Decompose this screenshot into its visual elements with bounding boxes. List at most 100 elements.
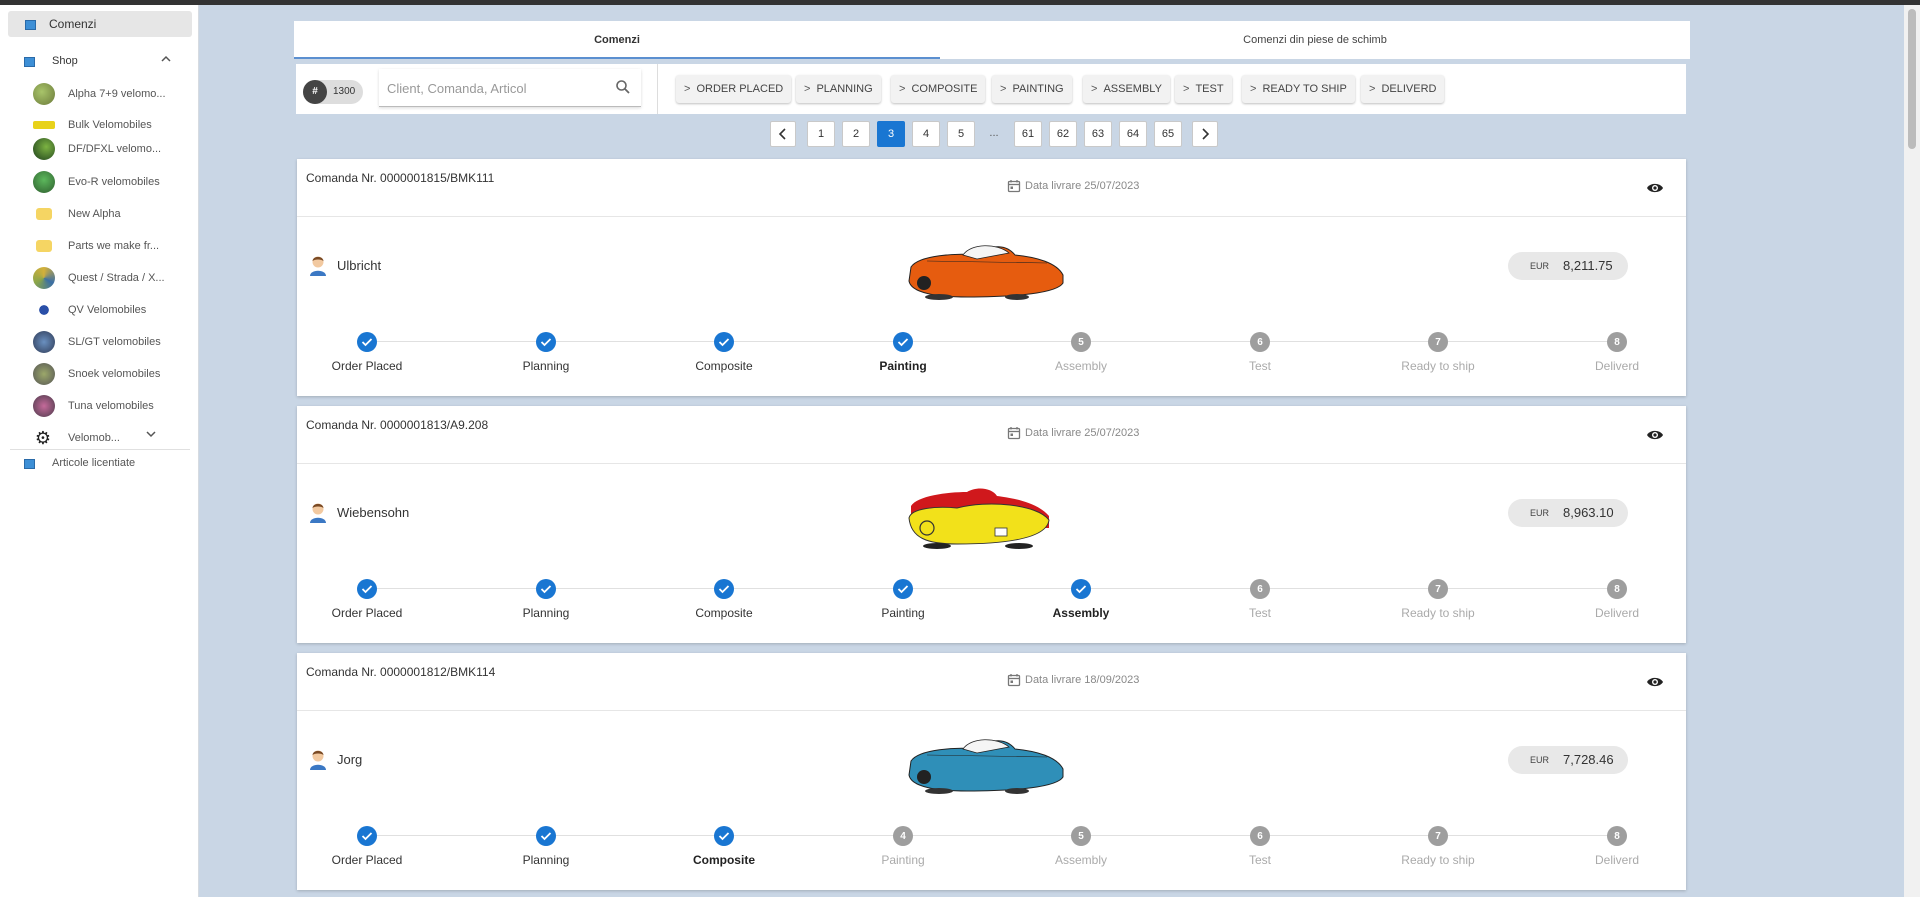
step-number: 5 [1071, 826, 1091, 846]
sidebar-item-label: Quest / Strada / X... [68, 272, 165, 284]
scrollbar[interactable] [1904, 5, 1920, 897]
page-button[interactable]: 61 [1014, 121, 1042, 147]
filter-planning-button[interactable]: > PLANNING [796, 75, 881, 103]
sidebar-item-bulk[interactable]: Bulk Velomobiles [33, 114, 183, 136]
sidebar-item-evo[interactable]: Evo-R velomobiles [33, 171, 183, 193]
filter-test-button[interactable]: > TEST [1175, 75, 1232, 103]
check-icon [714, 579, 734, 599]
page-button[interactable]: 2 [842, 121, 870, 147]
step-number: 8 [1607, 332, 1627, 352]
step-number: 4 [893, 826, 913, 846]
qv-thumbnail-icon [33, 299, 55, 321]
page-button[interactable]: 5 [947, 121, 975, 147]
check-icon [357, 332, 377, 352]
sidebar-item-label: Parts we make fr... [68, 240, 160, 252]
sidebar-item-parts[interactable]: Parts we make fr... [33, 235, 183, 257]
step-number: 6 [1250, 332, 1270, 352]
step-label: Assembly [1052, 606, 1110, 620]
step-label: Test [1248, 606, 1271, 620]
evo-thumbnail-icon [33, 171, 55, 193]
order-card[interactable]: Comanda Nr. 0000001815/BMK111 Data livrar… [297, 159, 1686, 396]
progress-step: 8 Deliverd [1557, 579, 1677, 620]
sidebar-item-velomob[interactable]: ⚙ Velomob... [33, 427, 183, 449]
eye-icon[interactable] [1646, 675, 1664, 689]
chevron-right-icon [1202, 128, 1210, 140]
step-label: Deliverd [1594, 606, 1639, 620]
slgt-thumbnail-icon [33, 331, 55, 353]
snoek-thumbnail-icon [33, 363, 55, 385]
search-input[interactable] [387, 77, 607, 99]
chevron-right-icon: > [899, 83, 906, 95]
page-button[interactable]: 4 [912, 121, 940, 147]
page-button[interactable]: 63 [1084, 121, 1112, 147]
search-icon[interactable] [615, 79, 631, 95]
sidebar-item-qv[interactable]: QV Velomobiles [33, 299, 183, 321]
sidebar-item-label: Tuna velomobiles [68, 400, 154, 412]
bulk-thumbnail-icon [33, 121, 55, 129]
step-label: Ready to ship [1401, 359, 1475, 373]
sidebar-item-licensed[interactable]: Articole licentiate [22, 452, 135, 474]
scrollbar-thumb[interactable] [1908, 9, 1916, 149]
step-number: 8 [1607, 579, 1627, 599]
progress-step: Composite [664, 826, 784, 867]
sidebar-item-snoek[interactable]: Snoek velomobiles [33, 363, 183, 385]
chevron-right-icon: > [1369, 83, 1376, 95]
quest-thumbnail-icon [33, 267, 55, 289]
progress-step: Planning [486, 579, 606, 620]
progress-step: Assembly [1021, 579, 1141, 620]
chevron-down-icon[interactable] [145, 429, 157, 442]
delivery-date: Data livrare 18/09/2023 [1007, 673, 1139, 687]
button-label: ASSEMBLY [1103, 83, 1162, 95]
button-label: TEST [1195, 83, 1224, 95]
step-label: Composite [695, 606, 753, 620]
sidebar-item-tuna[interactable]: Tuna velomobiles [33, 395, 183, 417]
sidebar-item-df[interactable]: DF/DFXL velomo... [33, 138, 183, 160]
progress-step: Order Placed [307, 579, 427, 620]
filter-deliverd-button[interactable]: > DELIVERD [1361, 75, 1445, 103]
sidebar-item-alpha[interactable]: Alpha 7+9 velomo... [33, 83, 183, 105]
chevron-up-icon[interactable] [160, 53, 172, 67]
tab-comenzi-piese[interactable]: Comenzi din piese de schimb [940, 21, 1690, 59]
order-card[interactable]: Comanda Nr. 0000001812/BMK114 Data livrar… [297, 653, 1686, 890]
sidebar-item-comenzi[interactable]: Comenzi [8, 11, 192, 37]
next-page-button[interactable] [1192, 121, 1218, 147]
sidebar-item-shop[interactable]: Shop [22, 49, 172, 73]
order-card[interactable]: Comanda Nr. 0000001813/A9.208 Data livrar… [297, 406, 1686, 643]
sidebar-item-new-alpha[interactable]: New Alpha [33, 203, 183, 225]
step-number: 6 [1250, 579, 1270, 599]
order-number: Comanda Nr. 0000001815/BMK111 [306, 171, 495, 185]
page-button[interactable]: 65 [1154, 121, 1182, 147]
sidebar-item-label: Comenzi [49, 17, 97, 31]
page-button-current[interactable]: 3 [877, 121, 905, 147]
progress-step: 8 Deliverd [1557, 332, 1677, 373]
order-number: Comanda Nr. 0000001812/BMK114 [306, 665, 496, 679]
eye-icon[interactable] [1646, 181, 1664, 195]
tab-comenzi[interactable]: Comenzi [294, 21, 940, 59]
sidebar-item-slgt[interactable]: SL/GT velomobiles [33, 331, 183, 353]
sidebar: Comenzi Shop Alpha 7+9 velomo... Bulk Ve… [0, 5, 199, 897]
filter-order-placed-button[interactable]: > ORDER PLACED [676, 75, 792, 103]
button-label: DELIVERD [1381, 83, 1437, 95]
step-label: Planning [522, 606, 570, 620]
client-info: Jorg [307, 747, 362, 771]
prev-page-button[interactable] [770, 121, 796, 147]
check-icon [714, 826, 734, 846]
page-button[interactable]: 1 [807, 121, 835, 147]
search-box [379, 69, 641, 107]
folder-icon [36, 208, 52, 220]
sidebar-item-quest[interactable]: Quest / Strada / X... [33, 267, 183, 289]
progress-step: 7 Ready to ship [1378, 579, 1498, 620]
progress-step: 4 Painting [843, 826, 963, 867]
sidebar-item-label: QV Velomobiles [68, 304, 147, 316]
user-icon [310, 256, 326, 276]
sidebar-item-label: Articole licentiate [52, 457, 136, 469]
filter-painting-button[interactable]: > PAINTING [992, 75, 1072, 103]
page-button[interactable]: 64 [1119, 121, 1147, 147]
step-label: Painting [881, 853, 925, 867]
page-button[interactable]: 62 [1049, 121, 1077, 147]
filter-assembly-button[interactable]: > ASSEMBLY [1083, 75, 1170, 103]
filter-ready-to-ship-button[interactable]: > READY TO SHIP [1242, 75, 1355, 103]
progress-step: Order Placed [307, 826, 427, 867]
filter-composite-button[interactable]: > COMPOSITE [891, 75, 986, 103]
eye-icon[interactable] [1646, 428, 1664, 442]
